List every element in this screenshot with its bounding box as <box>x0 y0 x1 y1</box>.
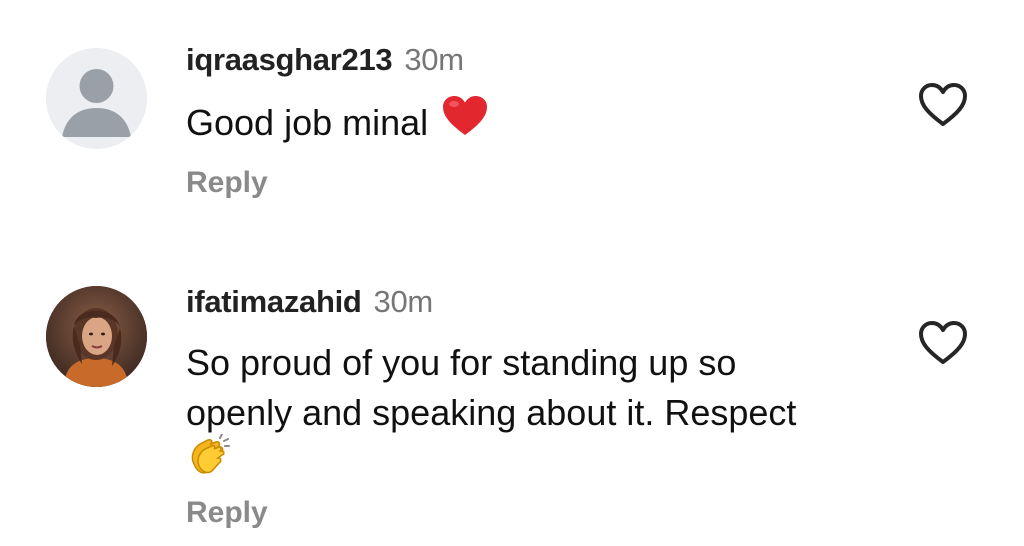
reply-button[interactable]: Reply <box>186 496 268 530</box>
comment-header: iqraasghar213 30m <box>186 42 464 78</box>
timestamp: 30m <box>404 42 464 77</box>
profile-photo <box>46 286 147 387</box>
avatar[interactable] <box>46 286 147 387</box>
comment-item: ifatimazahid 30m So proud of you for stan… <box>0 268 1024 546</box>
default-avatar-icon <box>46 48 147 149</box>
comment-header: ifatimazahid 30m <box>186 284 433 320</box>
username[interactable]: iqraasghar213 <box>186 42 393 77</box>
avatar[interactable] <box>46 48 147 149</box>
comment-text-line: openly and speaking about it. Respect <box>186 392 797 433</box>
comment-emoji-line <box>186 433 886 493</box>
clapping-hands-emoji <box>186 433 232 493</box>
timestamp: 30m <box>373 284 434 319</box>
like-button[interactable] <box>918 82 968 128</box>
username[interactable]: ifatimazahid <box>186 284 362 319</box>
comment-text-content: Good job minal <box>186 102 429 143</box>
heart-outline-icon <box>919 321 967 364</box>
like-button[interactable] <box>918 320 968 366</box>
comment-text: Good job minal <box>186 95 886 150</box>
comment-text: So proud of you for standing up so openl… <box>186 338 886 493</box>
comment-text-line: So proud of you for standing up so <box>186 342 737 383</box>
heart-outline-icon <box>919 83 967 126</box>
comment-item: iqraasghar213 30m Good job minal Reply <box>0 0 1024 240</box>
heart-emoji <box>442 95 488 150</box>
reply-button[interactable]: Reply <box>186 166 268 200</box>
